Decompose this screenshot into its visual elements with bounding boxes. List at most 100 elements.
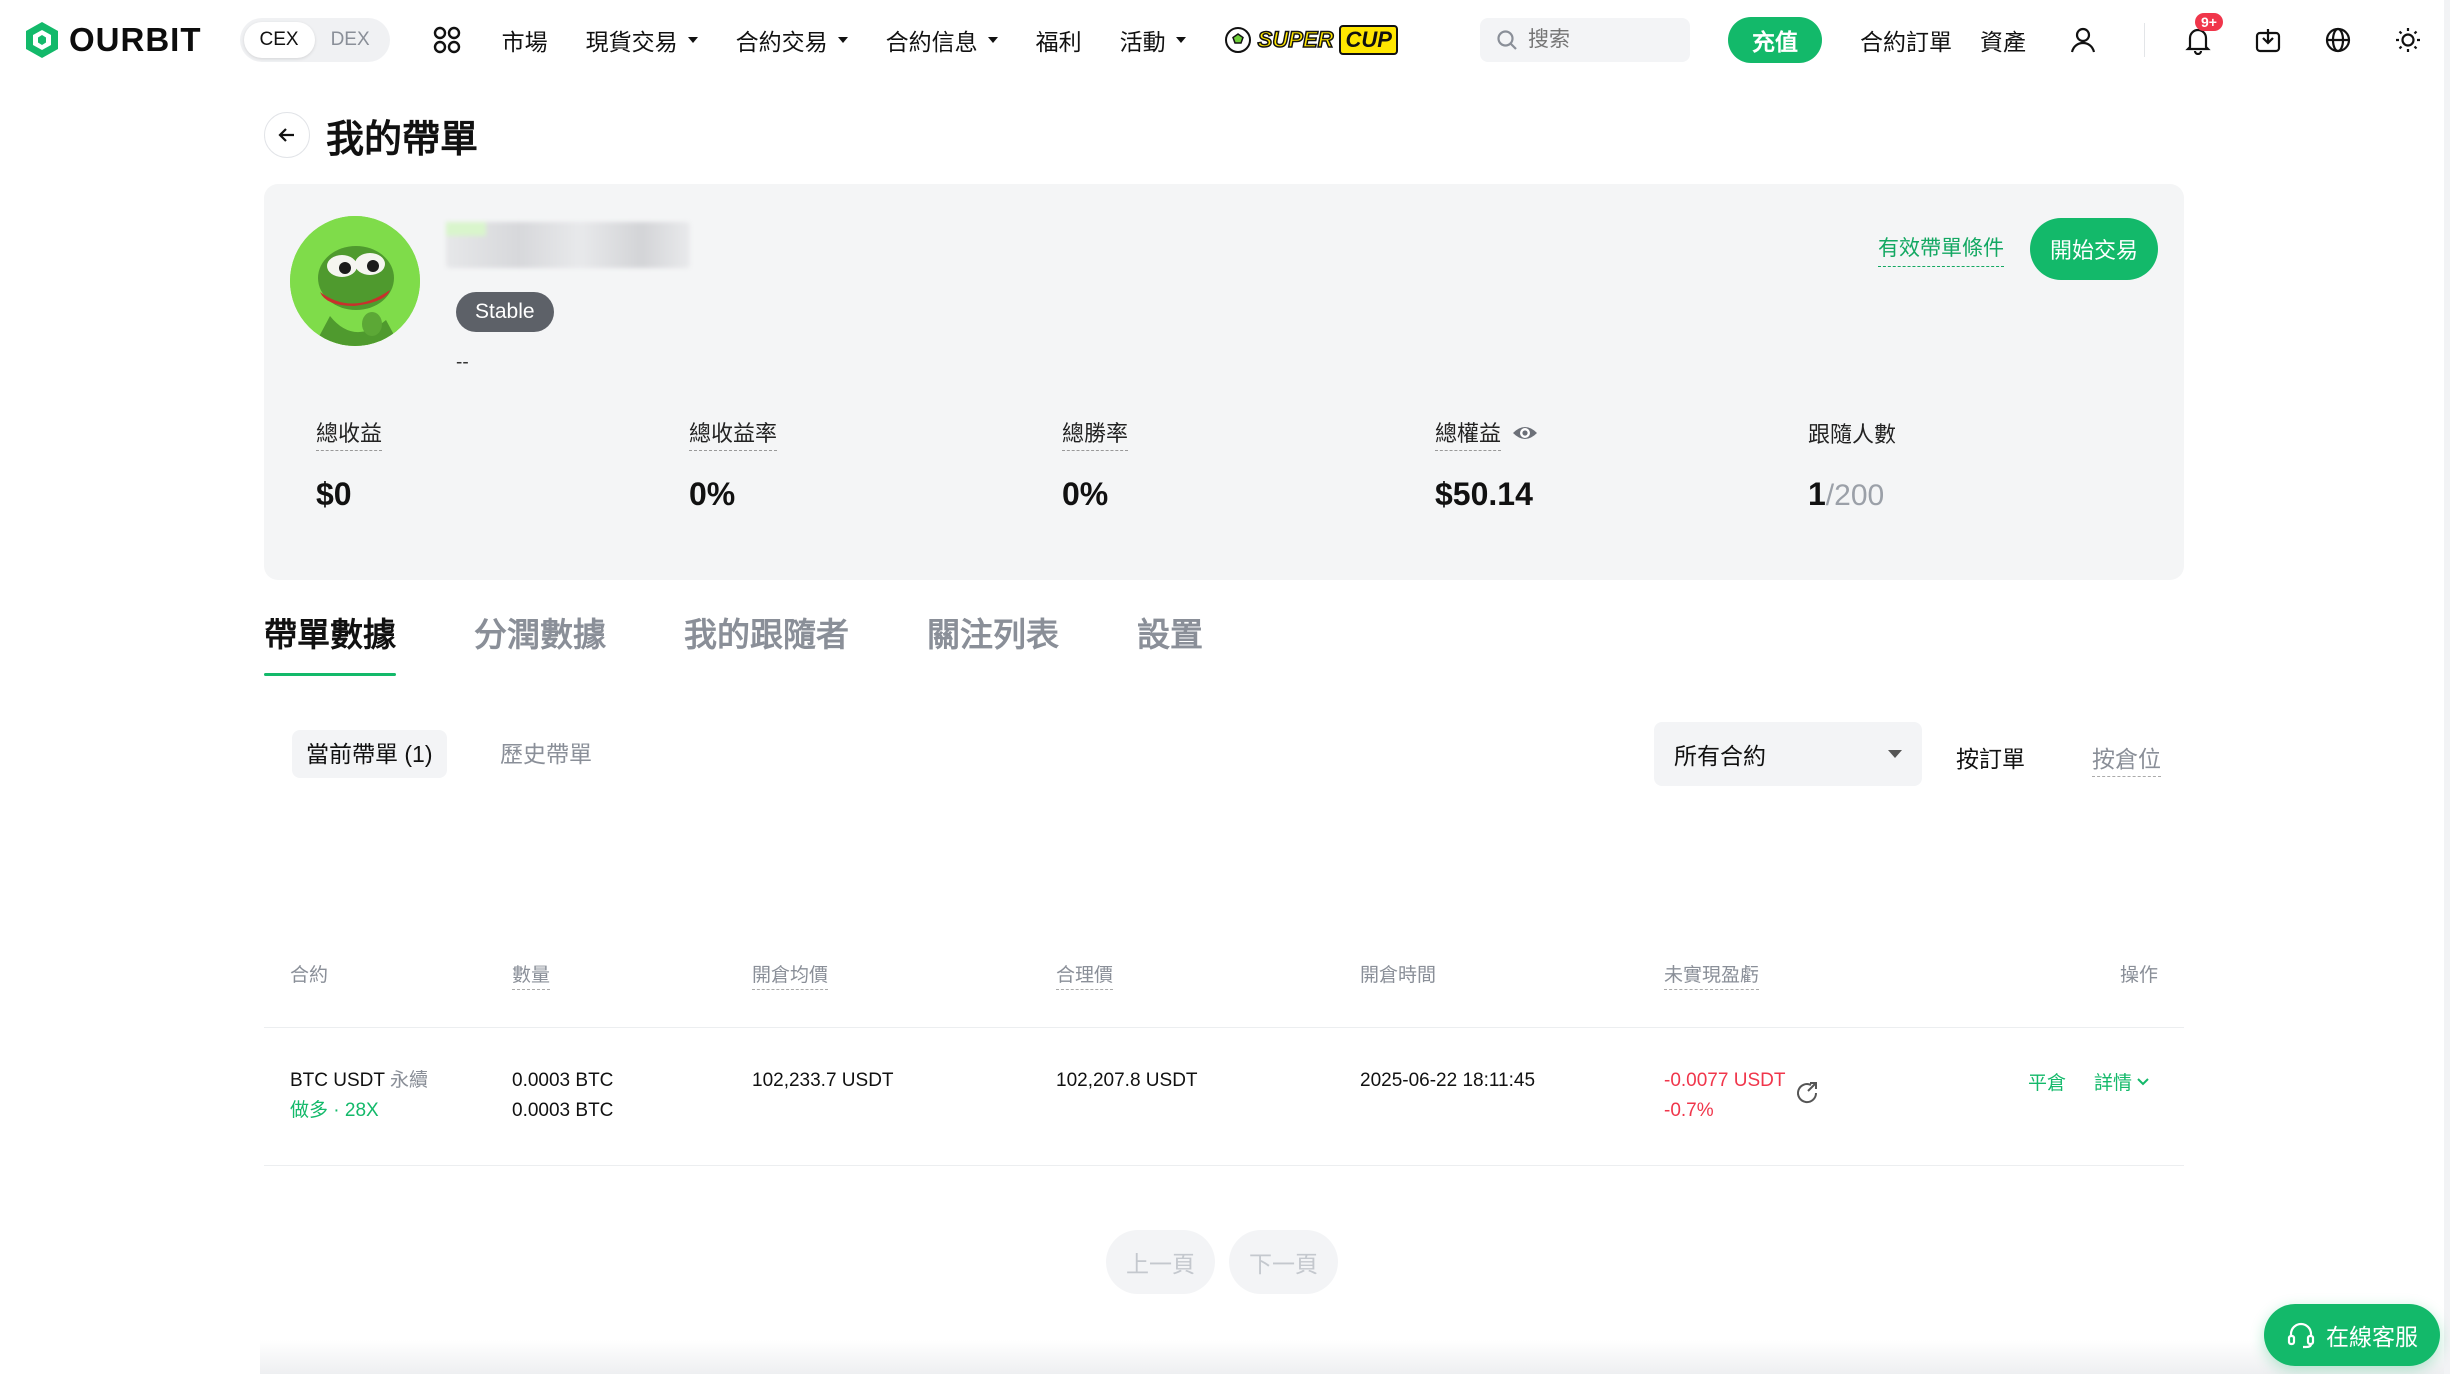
arrow-left-icon [278, 128, 294, 142]
stats-row: 總收益 $0 總收益率 0% 總勝率 0% 總權益 $50.14 跟隨人數 1/… [316, 418, 2184, 513]
cex-dex-switch: CEX DEX [239, 18, 390, 62]
menu-rewards-label: 福利 [1035, 29, 1082, 55]
page-content: 我的帶單 Stable -- 有效帶單條件 開始交易 總收益 $0 總收益率 0… [264, 108, 2184, 1294]
orders-table: 合約 數量 開倉均價 合理價 開倉時間 未實現盈虧 操作 BTC USDT 永續… [264, 922, 2184, 1166]
cell-open-time: 2025-06-22 18:11:45 [1360, 1070, 1536, 1091]
symbol: BTC USDT [290, 1070, 385, 1091]
main-menu: 市場 現貨交易 合約交易 合約信息 福利 活動 SUPER CUP [502, 23, 1398, 57]
menu-futures-info[interactable]: 合約信息 [886, 23, 998, 57]
tab-my-followers[interactable]: 我的跟隨者 [684, 608, 849, 676]
prev-page-button[interactable]: 上一頁 [1106, 1230, 1215, 1294]
theme-sun-icon[interactable] [2391, 23, 2425, 57]
tab-copy-data[interactable]: 帶單數據 [264, 608, 396, 676]
navbar-right: 充值 合約訂單 資產 9+ [1480, 0, 2425, 80]
stat-label-text: 總收益 [316, 416, 383, 451]
next-page-button[interactable]: 下一頁 [1229, 1230, 1338, 1294]
cell-quantity: 0.0003 BTC 0.0003 BTC [512, 1066, 613, 1126]
user-icon[interactable] [2066, 23, 2100, 57]
start-trading-button[interactable]: 開始交易 [2029, 218, 2158, 280]
valid-conditions-link[interactable]: 有效帶單條件 [1878, 232, 2004, 267]
qty-primary: 0.0003 BTC [512, 1070, 614, 1091]
stat-label: 總權益 [1435, 418, 1808, 451]
qty-secondary: 0.0003 BTC [512, 1100, 614, 1121]
details-button[interactable]: 詳情 [2094, 1068, 2150, 1095]
search-input[interactable] [1528, 28, 1668, 52]
tab-watchlist[interactable]: 關注列表 [927, 608, 1059, 676]
close-position-button[interactable]: 平倉 [2028, 1068, 2066, 1095]
chevron-down-icon [837, 37, 848, 43]
chevron-down-icon [1888, 750, 1902, 758]
followers-count: 1 [1808, 476, 1826, 512]
futures-orders-link[interactable]: 合約訂單 [1860, 23, 1952, 57]
deposit-button[interactable]: 充值 [1728, 17, 1822, 63]
stat-value: 1/200 [1808, 476, 2181, 513]
stat-total-pnl: 總收益 $0 [316, 418, 689, 513]
stat-value: 0% [1062, 476, 1109, 512]
menu-spot[interactable]: 現貨交易 [586, 23, 698, 57]
view-by-order[interactable]: 按訂單 [1956, 740, 2025, 774]
cell-unrealized-pnl: -0.0077 USDT -0.7% [1664, 1066, 1785, 1126]
chevron-down-icon [987, 37, 998, 43]
col-actions: 操作 [2119, 965, 2158, 986]
details-label: 詳情 [2094, 1073, 2133, 1094]
share-icon[interactable] [1794, 1080, 1820, 1106]
ourbit-logo-icon [26, 22, 58, 58]
contract-filter-select[interactable]: 所有合約 [1654, 722, 1922, 786]
subtab-history-orders[interactable]: 歷史帶單 [486, 730, 606, 778]
pnl-percent: -0.7% [1664, 1100, 1714, 1121]
chevron-down-icon [687, 37, 698, 43]
page-scrollbar[interactable] [2444, 0, 2450, 1374]
menu-spot-label: 現貨交易 [585, 29, 678, 55]
supercup-banner[interactable]: SUPER CUP [1224, 25, 1398, 55]
order-filter-bar: 當前帶單 (1) 歷史帶單 所有合約 按訂單 按倉位 [292, 722, 2184, 786]
stat-followers: 跟隨人數 1/200 [1808, 418, 2181, 513]
live-support-button[interactable]: 在線客服 [2264, 1304, 2440, 1366]
stat-value: $0 [316, 476, 352, 512]
view-by-position[interactable]: 按倉位 [2092, 740, 2161, 777]
menu-events[interactable]: 活動 [1120, 23, 1186, 57]
trader-profile-card: Stable -- 有效帶單條件 開始交易 總收益 $0 總收益率 0% 總勝率… [264, 184, 2184, 580]
back-button[interactable] [264, 112, 310, 158]
table-header: 合約 數量 開倉均價 合理價 開倉時間 未實現盈虧 操作 [264, 922, 2184, 1028]
apps-grid-icon[interactable] [432, 25, 462, 55]
soccer-ball-icon [1224, 27, 1251, 53]
tab-profit-share[interactable]: 分潤數據 [474, 608, 606, 676]
menu-futures[interactable]: 合約交易 [736, 23, 848, 57]
chevron-down-icon [2137, 1077, 2149, 1085]
stat-label-text: 總收益率 [689, 416, 778, 451]
followers-limit: /200 [1825, 479, 1885, 512]
cell-entry-price: 102,233.7 USDT [752, 1070, 894, 1091]
subtab-current-orders[interactable]: 當前帶單 (1) [292, 730, 447, 778]
cell-fair-price: 102,207.8 USDT [1056, 1070, 1198, 1091]
table-row: BTC USDT 永續 做多 · 28X 0.0003 BTC 0.0003 B… [264, 1028, 2184, 1166]
ourbit-logo[interactable]: OURBIT [25, 21, 202, 59]
style-tag: Stable [456, 292, 554, 332]
eye-icon[interactable] [1511, 423, 1539, 443]
chevron-down-icon [1175, 37, 1186, 43]
search-box[interactable] [1480, 18, 1690, 62]
cell-contract[interactable]: BTC USDT 永續 做多 · 28X [290, 1066, 428, 1126]
contract-filter-value: 所有合約 [1674, 743, 1766, 769]
col-open-time: 開倉時間 [1360, 965, 1437, 986]
position-side-leverage: 做多 · 28X [290, 1100, 379, 1121]
trader-bio: -- [456, 352, 469, 373]
notification-bell-icon[interactable]: 9+ [2181, 13, 2223, 57]
segment-dex[interactable]: DEX [315, 22, 386, 58]
contract-type: 永續 [389, 1070, 428, 1091]
page-header: 我的帶單 [264, 108, 2184, 162]
download-icon[interactable] [2251, 23, 2285, 57]
segment-cex[interactable]: CEX [243, 22, 315, 58]
menu-market[interactable]: 市場 [502, 23, 548, 57]
globe-language-icon[interactable] [2321, 23, 2355, 57]
stat-win-rate: 總勝率 0% [1062, 418, 1435, 513]
navbar-divider [2144, 23, 2145, 57]
col-quantity: 數量 [512, 960, 551, 990]
menu-rewards[interactable]: 福利 [1036, 23, 1082, 57]
col-entry-price: 開倉均價 [752, 960, 829, 990]
logo-text: OURBIT [69, 21, 202, 58]
bottom-fade [260, 1340, 2450, 1374]
assets-link[interactable]: 資產 [1980, 23, 2026, 57]
menu-events-label: 活動 [1119, 29, 1166, 55]
stat-label-text: 跟隨人數 [1808, 422, 1897, 447]
tab-settings[interactable]: 設置 [1137, 608, 1203, 676]
